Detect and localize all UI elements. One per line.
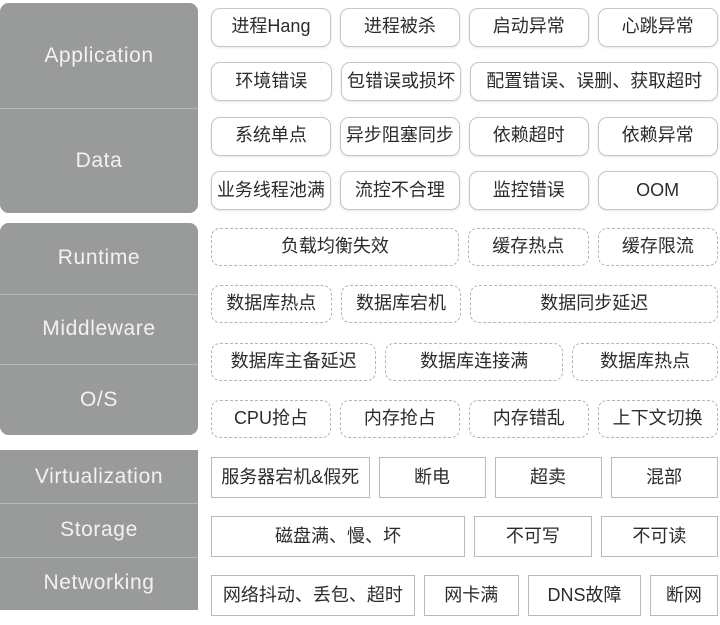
card-row: 进程Hang 进程被杀 启动异常 心跳异常 <box>211 0 720 55</box>
layer-column-application: Application Data <box>0 3 198 213</box>
fault-card[interactable]: 不可读 <box>600 516 719 557</box>
layer-label-middleware[interactable]: Middleware <box>0 293 198 365</box>
fault-card[interactable]: 进程被杀 <box>339 7 460 47</box>
fault-card[interactable]: 心跳异常 <box>597 7 718 47</box>
card-row: 负载均衡失效 缓存热点 缓存限流 <box>211 218 720 276</box>
layer-text: Middleware <box>42 317 156 340</box>
layer-text: Virtualization <box>34 464 164 488</box>
fault-card[interactable]: 服务器宕机&假死 <box>211 457 370 498</box>
fault-card[interactable]: 系统单点 <box>211 116 331 156</box>
card-row: 数据库主备延迟 数据库连接满 数据库热点 <box>211 333 720 391</box>
fault-card[interactable]: 内存错乱 <box>468 400 589 439</box>
cards-column-application: 进程Hang 进程被杀 启动异常 心跳异常 环境错误 包错误或损坏 配置错误、误… <box>198 0 720 218</box>
layer-label-networking[interactable]: Networking <box>0 556 198 610</box>
layer-text: Runtime <box>57 246 141 270</box>
fault-card[interactable]: 断网 <box>650 575 718 616</box>
layer-text: Application <box>44 43 154 67</box>
fault-card[interactable]: 数据库热点 <box>572 342 719 381</box>
card-row: 数据库热点 数据库宕机 数据同步延迟 <box>211 276 720 334</box>
layer-label-virtualization[interactable]: Virtualization <box>0 450 198 504</box>
layer-text: Data <box>75 148 123 172</box>
fault-card[interactable]: 磁盘满、慢、坏 <box>211 516 466 557</box>
section-platform: Runtime Middleware O/S 负载均衡失效 缓存热点 缓存限流 … <box>0 218 720 448</box>
fault-card[interactable]: 流控不合理 <box>339 171 460 211</box>
fault-card[interactable]: 进程Hang <box>211 7 331 47</box>
fault-card[interactable]: 不可写 <box>474 516 592 557</box>
fault-card[interactable]: 依赖超时 <box>468 116 589 156</box>
fault-card[interactable]: 数据同步延迟 <box>470 285 719 324</box>
cards-column-infrastructure: 服务器宕机&假死 断电 超卖 混部 磁盘满、慢、坏 不可写 不可读 网络抖动、丢… <box>198 448 720 625</box>
fault-card[interactable]: 数据库宕机 <box>340 285 462 324</box>
fault-card[interactable]: OOM <box>597 171 718 211</box>
fault-card[interactable]: 异步阻塞同步 <box>339 116 460 156</box>
fault-card[interactable]: 超卖 <box>494 457 602 498</box>
card-row: 服务器宕机&假死 断电 超卖 混部 <box>211 448 720 507</box>
layer-label-runtime[interactable]: Runtime <box>0 223 198 294</box>
fault-card[interactable]: 上下文切换 <box>597 400 718 439</box>
layer-column-infrastructure: Virtualization Storage Networking <box>0 450 198 610</box>
cards-column-platform: 负载均衡失效 缓存热点 缓存限流 数据库热点 数据库宕机 数据同步延迟 数据库主… <box>198 218 720 448</box>
fault-card[interactable]: CPU抢占 <box>211 400 331 439</box>
layer-text: O/S <box>80 387 118 411</box>
card-row: 业务线程池满 流控不合理 监控错误 OOM <box>211 164 720 219</box>
layer-label-os[interactable]: O/S <box>0 364 198 435</box>
failure-mode-diagram: Application Data 进程Hang 进程被杀 启动异常 心跳异常 环… <box>0 0 720 625</box>
fault-card[interactable]: 监控错误 <box>468 171 589 211</box>
fault-card[interactable]: 网卡满 <box>423 575 519 616</box>
section-infrastructure: Virtualization Storage Networking 服务器宕机&… <box>0 448 720 625</box>
fault-card[interactable]: 数据库主备延迟 <box>211 342 377 381</box>
fault-card[interactable]: 缓存限流 <box>597 227 719 266</box>
card-row: 磁盘满、慢、坏 不可写 不可读 <box>211 507 720 566</box>
layer-text: Networking <box>43 571 155 595</box>
layer-column-platform: Runtime Middleware O/S <box>0 223 198 435</box>
fault-card[interactable]: 内存抢占 <box>339 400 460 439</box>
card-row: CPU抢占 内存抢占 内存错乱 上下文切换 <box>211 391 720 449</box>
layer-label-data[interactable]: Data <box>0 108 198 213</box>
fault-card[interactable]: 依赖异常 <box>597 116 718 156</box>
fault-card[interactable]: 混部 <box>610 457 718 498</box>
fault-card[interactable]: 包错误或损坏 <box>340 62 462 102</box>
fault-card[interactable]: 配置错误、误删、获取超时 <box>470 62 719 102</box>
layer-label-storage[interactable]: Storage <box>0 503 198 557</box>
fault-card[interactable]: 负载均衡失效 <box>211 227 459 266</box>
layer-label-application[interactable]: Application <box>0 3 198 108</box>
fault-card[interactable]: 数据库热点 <box>211 285 332 324</box>
fault-card[interactable]: 环境错误 <box>211 62 332 102</box>
fault-card[interactable]: 断电 <box>378 457 486 498</box>
fault-card[interactable]: 网络抖动、丢包、超时 <box>211 575 415 616</box>
section-application: Application Data 进程Hang 进程被杀 启动异常 心跳异常 环… <box>0 0 720 218</box>
fault-card[interactable]: 启动异常 <box>468 7 589 47</box>
card-row: 网络抖动、丢包、超时 网卡满 DNS故障 断网 <box>211 566 720 625</box>
card-row: 环境错误 包错误或损坏 配置错误、误删、获取超时 <box>211 55 720 110</box>
layer-text: Storage <box>60 517 138 541</box>
card-row: 系统单点 异步阻塞同步 依赖超时 依赖异常 <box>211 109 720 164</box>
fault-card[interactable]: DNS故障 <box>527 575 642 616</box>
fault-card[interactable]: 缓存热点 <box>467 227 589 266</box>
fault-card[interactable]: 数据库连接满 <box>385 342 564 381</box>
fault-card[interactable]: 业务线程池满 <box>211 171 331 211</box>
